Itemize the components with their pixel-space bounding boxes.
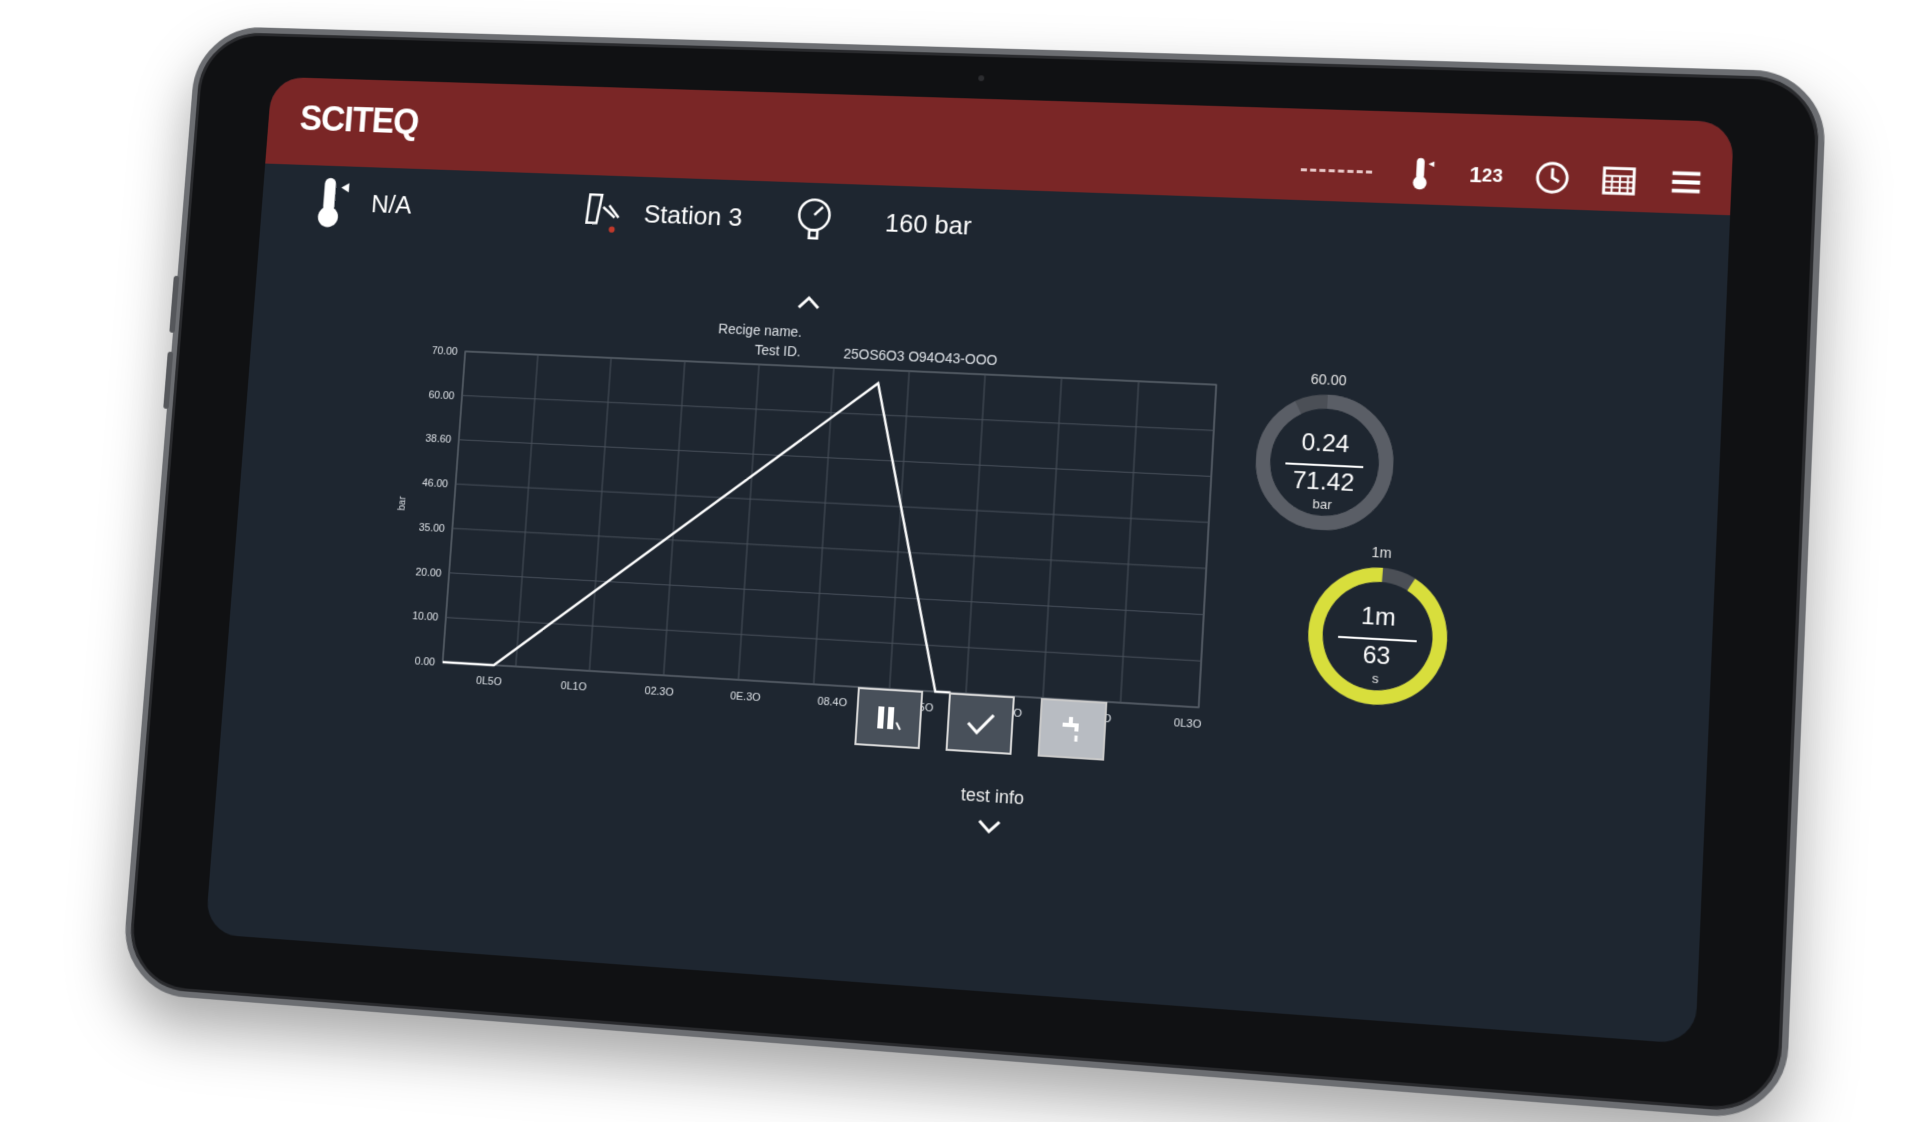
top-bar: SCITEQ 123 — [265, 76, 1735, 216]
chart-gridline-horizontal — [449, 573, 1204, 615]
chart-y-tick-label: 0.00 — [414, 655, 435, 668]
chart-gridline-vertical — [966, 374, 985, 693]
volume-button — [163, 351, 174, 409]
temperature-value: N/A — [370, 188, 413, 219]
temperature-status: N/A — [306, 173, 413, 234]
chart-gridline-horizontal — [456, 484, 1209, 522]
chart-gridline-vertical — [516, 355, 538, 667]
chart-gridline-vertical — [1043, 378, 1062, 698]
toolbar: 123 — [1300, 148, 1709, 204]
chart-gridline-vertical — [1199, 385, 1217, 708]
confirm-button[interactable] — [945, 692, 1015, 755]
test-info-link[interactable]: test info — [960, 784, 1024, 809]
collapse-up-chevron-icon[interactable] — [794, 292, 824, 313]
chart-gridline-horizontal — [452, 528, 1206, 568]
checkmark-icon — [961, 704, 999, 742]
pressure-chart: 70.00 60.00 38.60 46.00 35.00 20.00 10.00 0.00 0… — [397, 345, 1237, 731]
tap-button[interactable] — [1037, 697, 1108, 761]
chart-y-tick-label: 20.00 — [415, 566, 442, 579]
hamburger-menu-icon[interactable] — [1663, 160, 1709, 204]
chart-gridline-vertical — [589, 358, 611, 671]
chart-y-tick-label: 70.00 — [431, 345, 458, 358]
app-screen: SCITEQ 123 N/A Station 3 160 bar Recige … — [205, 76, 1735, 1045]
chart-y-axis-label: bar — [397, 495, 409, 510]
chart-gridline-vertical — [814, 368, 834, 685]
thermometer-icon — [317, 177, 350, 228]
front-camera — [978, 75, 985, 82]
station-icon — [577, 182, 630, 233]
water-tap-icon — [1062, 716, 1091, 749]
numbers-123-icon[interactable]: 123 — [1463, 154, 1508, 198]
tablet-device: SCITEQ 123 N/A Station 3 160 bar Recige … — [120, 25, 1828, 1122]
time-gauge: 1m 1m 63 s — [1291, 540, 1465, 723]
brand-logo: SCITEQ — [298, 98, 420, 142]
expand-down-chevron-icon[interactable] — [973, 815, 1004, 837]
thermometer-icon[interactable] — [1398, 152, 1443, 195]
chart-y-tick-label: 60.00 — [428, 389, 455, 402]
pause-button[interactable] — [854, 686, 924, 750]
chart-y-tick-label: 38.60 — [425, 433, 452, 446]
pressure-value: 160 bar — [884, 207, 973, 241]
chart-x-tick-label: 02.3O — [644, 685, 674, 699]
pressure-gauge: 60.00 0.24 71.42 bar — [1238, 368, 1411, 547]
chart-x-tick-label: 0L3O — [1174, 717, 1202, 731]
chart-gridline-vertical — [664, 361, 685, 675]
chart-x-tick-label: 0L5O — [476, 675, 502, 689]
pressure-status: 160 bar — [788, 190, 973, 255]
chart-y-tick-label: 46.00 — [422, 477, 449, 490]
connection-indicator — [1300, 167, 1373, 174]
chart-x-tick-label: 0L1O — [560, 680, 587, 694]
station-value: Station 3 — [643, 198, 744, 232]
tablet-bezel: SCITEQ 123 N/A Station 3 160 bar Recige … — [120, 25, 1828, 1122]
chart-gridline-vertical — [738, 364, 759, 679]
chart-gridline-horizontal — [459, 440, 1211, 477]
chart-gridline-horizontal — [446, 617, 1201, 661]
pressure-gauge-icon — [788, 190, 842, 250]
station-status: Station 3 — [577, 182, 744, 246]
chart-y-tick-label: 10.00 — [412, 610, 439, 624]
chart-x-tick-label: 0E.3O — [730, 690, 761, 704]
calendar-grid-icon[interactable] — [1596, 158, 1642, 202]
chart-gridline-vertical — [1121, 381, 1139, 702]
volume-button — [169, 275, 180, 333]
pressure-gauge-caption: 60.00 — [1310, 370, 1348, 389]
pause-icon — [877, 706, 908, 737]
chart-plot-area — [443, 351, 1217, 707]
chart-x-tick-label: 08.4O — [817, 695, 847, 709]
clock-icon[interactable] — [1530, 156, 1576, 200]
chart-y-tick-label: 35.00 — [418, 521, 445, 534]
